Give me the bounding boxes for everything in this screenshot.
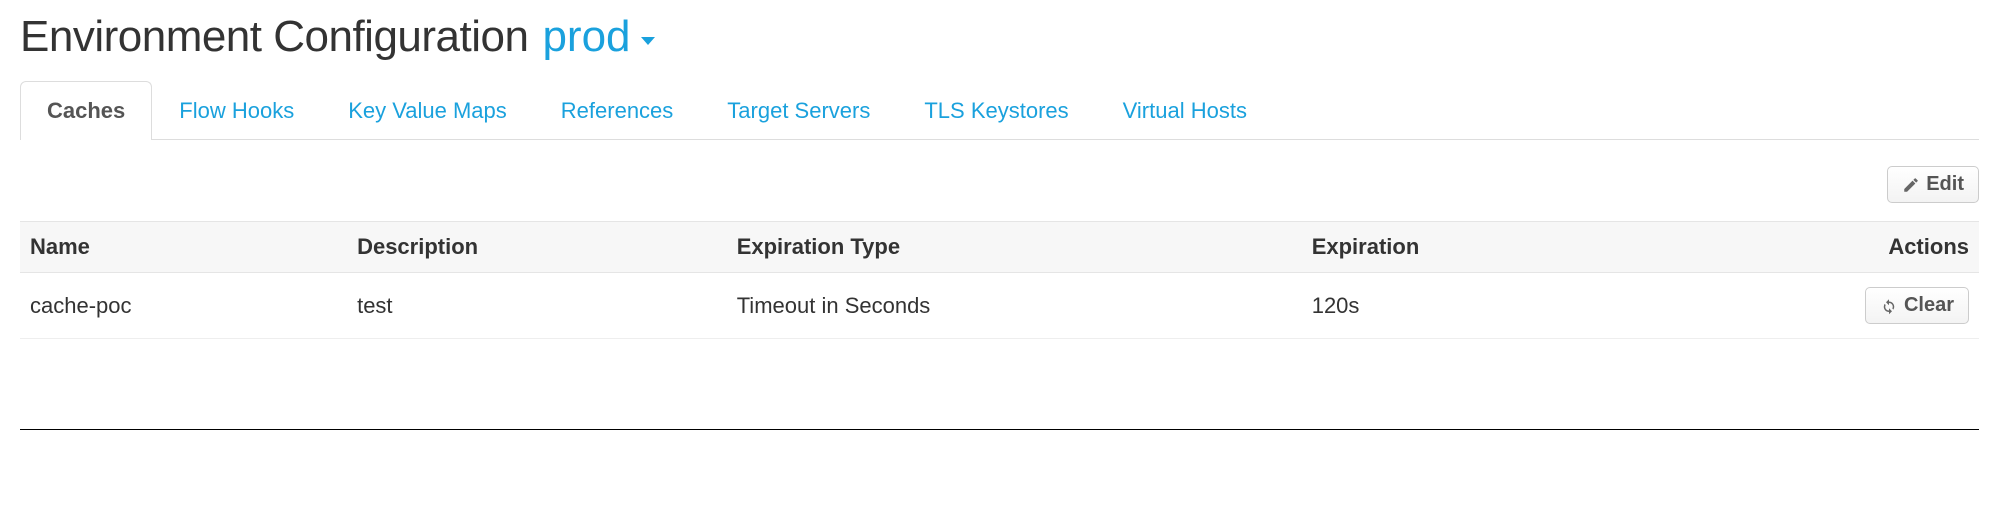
tab-target-servers[interactable]: Target Servers (700, 81, 897, 140)
tab-references[interactable]: References (534, 81, 701, 140)
col-expiration: Expiration (1302, 222, 1645, 273)
tabs-bar: Caches Flow Hooks Key Value Maps Referen… (20, 80, 1979, 140)
edit-button-label: Edit (1926, 173, 1964, 196)
clear-button-label: Clear (1904, 294, 1954, 317)
col-description: Description (347, 222, 727, 273)
footer-divider (20, 429, 1979, 430)
environment-name: prod (542, 12, 630, 62)
caches-table: Name Description Expiration Type Expirat… (20, 221, 1979, 339)
col-actions: Actions (1645, 222, 1979, 273)
tab-tls-keystores[interactable]: TLS Keystores (897, 81, 1095, 140)
cell-expiration-type: Timeout in Seconds (727, 273, 1302, 339)
refresh-icon (1880, 297, 1898, 315)
table-header-row: Name Description Expiration Type Expirat… (20, 222, 1979, 273)
pencil-icon (1902, 176, 1920, 194)
cell-actions: Clear (1645, 273, 1979, 339)
clear-button[interactable]: Clear (1865, 287, 1969, 324)
tab-key-value-maps[interactable]: Key Value Maps (321, 81, 534, 140)
tab-virtual-hosts[interactable]: Virtual Hosts (1096, 81, 1274, 140)
page-title: Environment Configuration (20, 12, 528, 62)
cell-name: cache-poc (20, 273, 347, 339)
edit-button[interactable]: Edit (1887, 166, 1979, 203)
tab-flow-hooks[interactable]: Flow Hooks (152, 81, 321, 140)
col-expiration-type: Expiration Type (727, 222, 1302, 273)
cell-description: test (347, 273, 727, 339)
col-name: Name (20, 222, 347, 273)
cell-expiration: 120s (1302, 273, 1645, 339)
tab-caches[interactable]: Caches (20, 81, 152, 140)
chevron-down-icon (641, 37, 655, 45)
environment-dropdown[interactable]: prod (542, 12, 654, 62)
table-row: cache-poc test Timeout in Seconds 120s C… (20, 273, 1979, 339)
toolbar: Edit (20, 166, 1979, 203)
